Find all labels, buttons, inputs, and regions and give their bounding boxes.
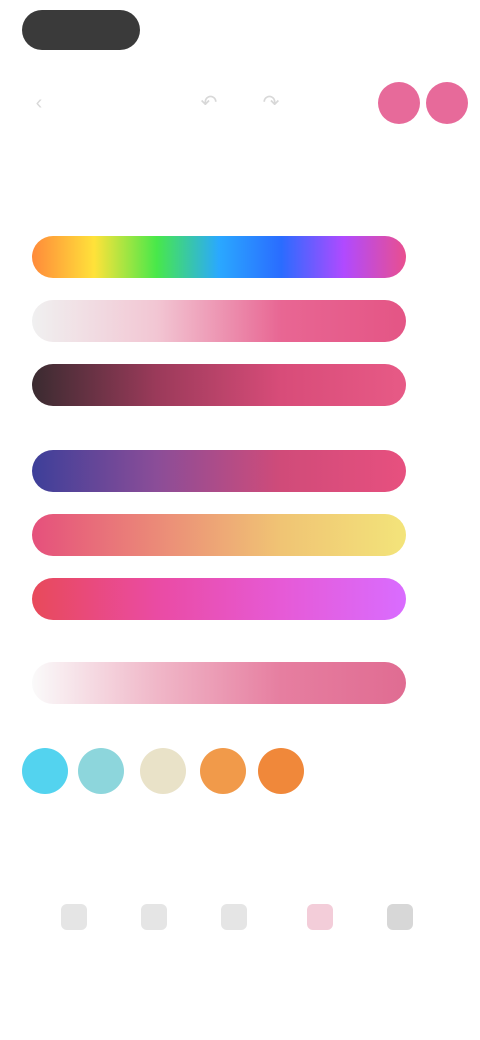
bottom-nav bbox=[0, 880, 480, 1000]
gradient-soft-pink[interactable] bbox=[32, 662, 406, 704]
nav-item-2[interactable] bbox=[124, 904, 184, 974]
back-icon[interactable]: ‹ bbox=[28, 92, 50, 114]
swatch-cyan[interactable] bbox=[22, 748, 68, 794]
gradient-light-to-pink[interactable] bbox=[32, 300, 406, 342]
undo-icon[interactable]: ↶ bbox=[198, 92, 220, 114]
gradient-dark-to-pink[interactable] bbox=[32, 364, 406, 406]
gradient-pink-to-yellow[interactable] bbox=[32, 514, 406, 556]
nav-icon-3 bbox=[221, 904, 247, 930]
accent-color-dot-2[interactable] bbox=[426, 82, 468, 124]
top-pill-button[interactable] bbox=[22, 10, 140, 50]
nav-item-5[interactable] bbox=[370, 904, 430, 974]
nav-icon-2 bbox=[141, 904, 167, 930]
nav-item-1[interactable] bbox=[44, 904, 104, 974]
gradient-red-to-magenta[interactable] bbox=[32, 578, 406, 620]
nav-icon-5 bbox=[387, 904, 413, 930]
redo-icon[interactable]: ↷ bbox=[260, 92, 282, 114]
gradient-purple-to-pink[interactable] bbox=[32, 450, 406, 492]
accent-color-dot-1[interactable] bbox=[378, 82, 420, 124]
nav-item-3[interactable] bbox=[204, 904, 264, 974]
nav-icon-4 bbox=[307, 904, 333, 930]
swatch-orange-2[interactable] bbox=[258, 748, 304, 794]
swatch-beige[interactable] bbox=[140, 748, 186, 794]
swatch-orange[interactable] bbox=[200, 748, 246, 794]
nav-item-4[interactable] bbox=[290, 904, 350, 974]
gradient-rainbow[interactable] bbox=[32, 236, 406, 278]
swatch-teal[interactable] bbox=[78, 748, 124, 794]
nav-icon-1 bbox=[61, 904, 87, 930]
